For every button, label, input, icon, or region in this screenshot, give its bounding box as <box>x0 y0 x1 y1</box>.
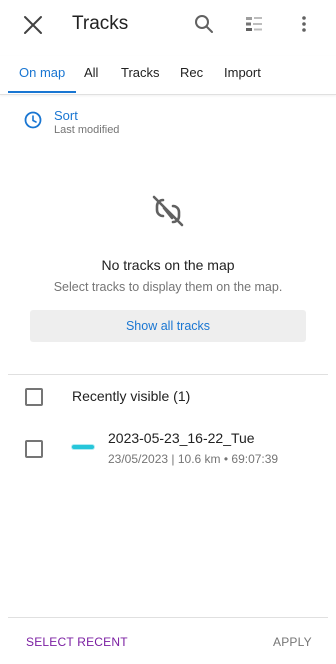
link-off-icon <box>147 190 189 232</box>
group-checkbox[interactable] <box>25 388 43 406</box>
apply-button[interactable]: APPLY <box>273 635 312 649</box>
tab-bar: On map All Tracks Rec Import <box>0 56 336 95</box>
track-name[interactable]: 2023-05-23_16-22_Tue <box>108 430 255 446</box>
tab-rec[interactable]: Rec <box>180 65 203 80</box>
divider <box>8 374 328 375</box>
tab-import[interactable]: Import <box>224 65 261 80</box>
empty-state-title: No tracks on the map <box>101 257 235 273</box>
tab-tracks[interactable]: Tracks <box>121 65 160 80</box>
track-color-icon <box>72 445 94 449</box>
track-checkbox[interactable] <box>25 440 43 458</box>
search-button[interactable] <box>190 10 218 38</box>
group-label: Recently visible (1) <box>72 388 191 404</box>
tab-all[interactable]: All <box>84 65 98 80</box>
more-vert-icon <box>302 16 306 32</box>
clock-icon <box>24 111 42 129</box>
track-meta: 23/05/2023 | 10.6 km • 69:07:39 <box>108 452 279 466</box>
page-title: Tracks <box>72 13 129 34</box>
search-icon <box>195 15 213 33</box>
tab-on-map[interactable]: On map <box>19 65 65 80</box>
select-recent-button[interactable]: SELECT RECENT <box>26 635 128 649</box>
close-icon <box>24 16 42 34</box>
empty-state-subtitle: Select tracks to display them on the map… <box>53 280 283 294</box>
app-bar: Tracks <box>0 0 336 50</box>
more-options-button[interactable] <box>290 10 318 38</box>
sort-row[interactable] <box>0 100 336 144</box>
active-tab-indicator <box>8 91 76 93</box>
filter-button[interactable] <box>240 10 268 38</box>
show-all-tracks-button[interactable]: Show all tracks <box>30 310 306 342</box>
filter-list-icon <box>246 17 262 31</box>
bottom-divider <box>8 617 328 618</box>
sort-value: Last modified <box>54 124 120 136</box>
sort-label: Sort <box>54 108 78 123</box>
close-button[interactable] <box>18 10 48 40</box>
